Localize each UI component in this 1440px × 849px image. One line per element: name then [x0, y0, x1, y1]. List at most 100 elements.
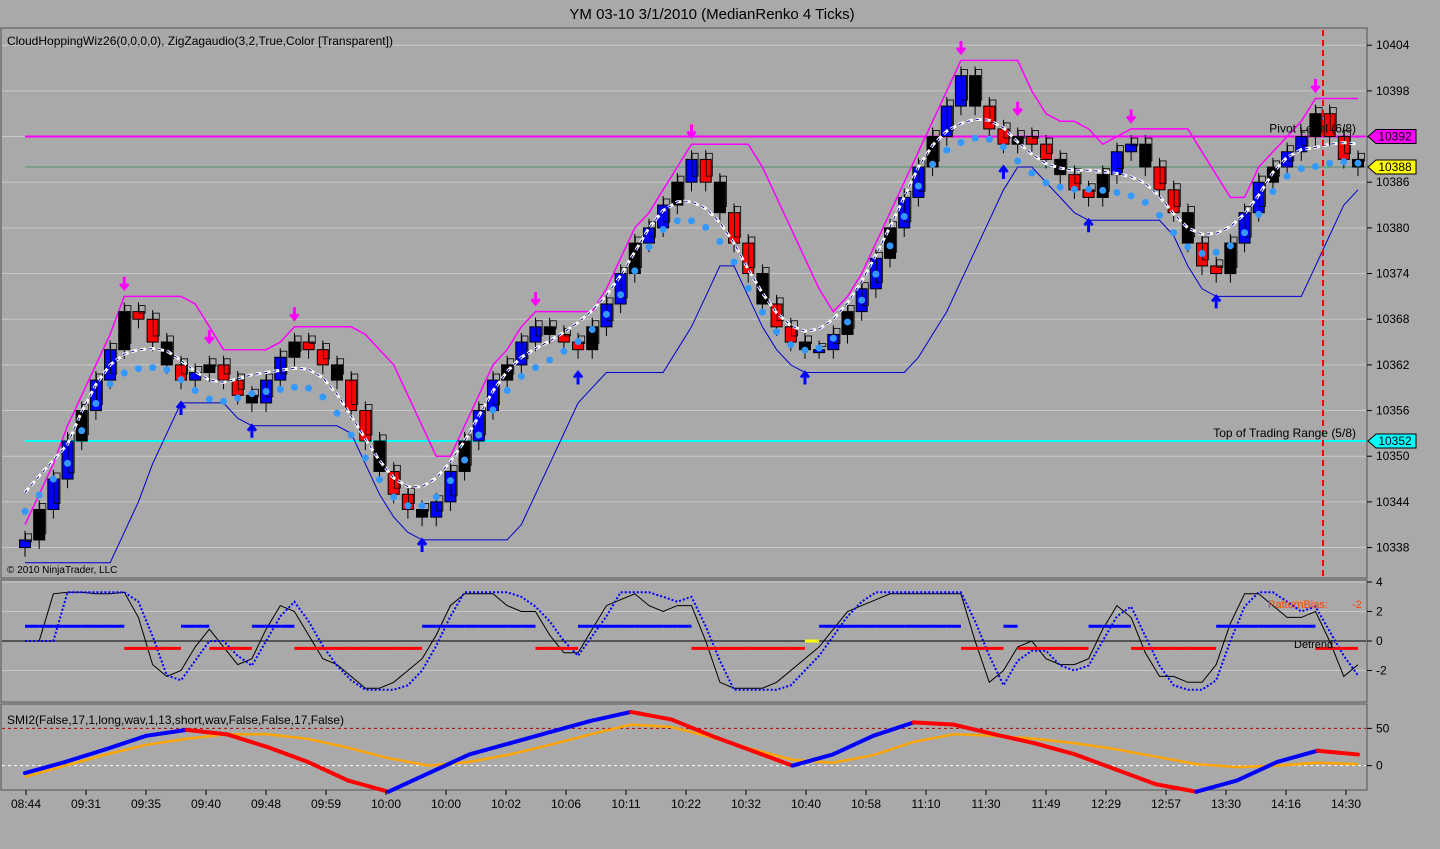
level-label-pivot: Pivot Level (6/8) — [1269, 122, 1356, 136]
time-axis-label: 10:00 — [431, 797, 461, 811]
osc-axis-label: -2 — [1376, 664, 1387, 678]
trail-stop-dot — [602, 310, 610, 318]
price-bar — [47, 478, 60, 510]
trail-stop-dot — [1297, 165, 1305, 173]
pattern-bias-label: PatternBias: — [1268, 599, 1328, 611]
trail-stop-dot — [688, 217, 695, 225]
time-axis-label: 09:48 — [251, 797, 281, 811]
trail-stop-dot — [120, 369, 128, 377]
trail-stop-dot — [517, 372, 525, 380]
price-axis-label: 10380 — [1376, 221, 1410, 235]
smi-axis-label: 0 — [1376, 759, 1383, 773]
trail-stop-dot — [1113, 189, 1121, 197]
price-bar — [231, 379, 244, 396]
trail-stop-dot — [1155, 211, 1163, 219]
time-axis-label: 10:40 — [791, 797, 821, 811]
time-axis-label: 08:44 — [11, 797, 41, 811]
price-level-tag-label: 10388 — [1378, 160, 1412, 174]
price-axis-label: 10368 — [1376, 312, 1410, 326]
time-axis-label: 09:31 — [71, 797, 101, 811]
price-panel[interactable]: 10404 10398 10392 10386 10380 10374 10368 10362… — [0, 27, 1417, 579]
time-axis-label: 12:57 — [1151, 797, 1181, 811]
price-bar — [1096, 174, 1109, 198]
copyright-label: © 2010 NinjaTrader, LLC — [7, 565, 117, 576]
time-axis-label: 10:22 — [671, 797, 701, 811]
trail-stop-dot — [1170, 229, 1178, 237]
time-axis-label: 10:32 — [731, 797, 761, 811]
price-bar — [1337, 136, 1350, 160]
trail-stop-dot — [1283, 172, 1291, 180]
trail-stop-dot — [461, 456, 469, 464]
smi-panel[interactable]: 50 0 SMI2(False,17,1,long,wav,1,13,short,… — [0, 703, 1390, 794]
price-bar — [912, 166, 925, 198]
chart-window: YM 03-10 3/1/2010 (MedianRenko 4 Ticks) … — [0, 0, 1440, 844]
time-axis-label: 09:40 — [191, 797, 221, 811]
price-bar — [33, 509, 46, 541]
price-bar — [316, 349, 329, 366]
chart-canvas[interactable]: YM 03-10 3/1/2010 (MedianRenko 4 Ticks) … — [0, 0, 1440, 844]
price-bar — [1153, 166, 1166, 191]
time-axis-label: 12:29 — [1091, 797, 1121, 811]
time-axis-label: 10:58 — [851, 797, 881, 811]
time-axis-label: 13:30 — [1211, 797, 1241, 811]
trail-stop-dot — [588, 326, 596, 334]
trail-stop-dot — [1141, 198, 1149, 206]
price-axis-label: 10362 — [1376, 358, 1410, 372]
trail-stop-dot — [1354, 159, 1362, 167]
time-axis-label: 11:49 — [1031, 797, 1060, 811]
trail-stop-dot — [744, 284, 752, 292]
trail-stop-dot — [815, 344, 823, 352]
price-bar — [75, 410, 88, 442]
price-bar — [728, 212, 741, 244]
trail-stop-dot — [631, 267, 639, 275]
trail-stop-dot — [716, 237, 724, 245]
trail-stop-dot — [773, 328, 781, 336]
trail-stop-dot — [21, 507, 29, 515]
trail-stop-dot — [418, 502, 426, 510]
price-level-tag-label: 10352 — [1378, 434, 1412, 448]
trail-stop-dot — [929, 160, 937, 168]
trail-stop-dot — [659, 226, 667, 234]
price-bar — [359, 410, 372, 442]
trail-stop-dot — [134, 365, 142, 373]
osc-axis-label: 0 — [1376, 634, 1383, 648]
trail-stop-dot — [1070, 185, 1078, 193]
price-bar — [430, 501, 443, 518]
price-bar — [217, 364, 230, 381]
trail-stop-dot — [177, 376, 185, 384]
trail-stop-dot — [248, 390, 256, 398]
time-axis-label: 10:02 — [491, 797, 521, 811]
trail-stop-dot — [1085, 185, 1093, 193]
trail-stop-dot — [574, 338, 582, 346]
trail-stop-dot — [276, 385, 284, 393]
trail-stop-dot — [858, 296, 866, 304]
price-bar — [529, 326, 542, 343]
price-bar — [713, 181, 726, 214]
price-bar — [330, 364, 344, 381]
price-axis-label: 10398 — [1376, 84, 1410, 98]
trail-stop-dot — [446, 477, 454, 485]
trail-stop-dot — [886, 242, 894, 250]
trail-stop-dot — [787, 341, 795, 349]
price-bar — [146, 318, 159, 343]
trail-stop-dot — [432, 493, 440, 501]
osc-axis-label: 4 — [1376, 575, 1383, 589]
price-bar — [969, 75, 982, 107]
price-axis-label: 10374 — [1376, 267, 1410, 281]
trail-stop-dot — [191, 386, 199, 394]
trail-stop-dot — [205, 395, 213, 403]
trail-stop-dot — [1340, 158, 1348, 166]
price-bar — [387, 470, 400, 495]
detrend-label: Detrend: — [1294, 639, 1336, 651]
time-axis-label: 10:00 — [371, 797, 401, 811]
trail-stop-dot — [1099, 186, 1107, 194]
trail-stop-dot — [1184, 243, 1192, 251]
smi-axis-label: 50 — [1376, 721, 1390, 735]
trail-stop-dot — [999, 143, 1007, 151]
oscillator-panel[interactable]: 4 2 0 -2 PatternBias: -2 Detrend: — [0, 575, 1387, 703]
price-bar — [1139, 143, 1152, 168]
chart-title: YM 03-10 3/1/2010 (MedianRenko 4 Ticks) — [569, 6, 854, 23]
trail-stop-dot — [333, 409, 341, 417]
trail-stop-dot — [92, 399, 100, 407]
trail-stop-dot — [220, 397, 228, 405]
